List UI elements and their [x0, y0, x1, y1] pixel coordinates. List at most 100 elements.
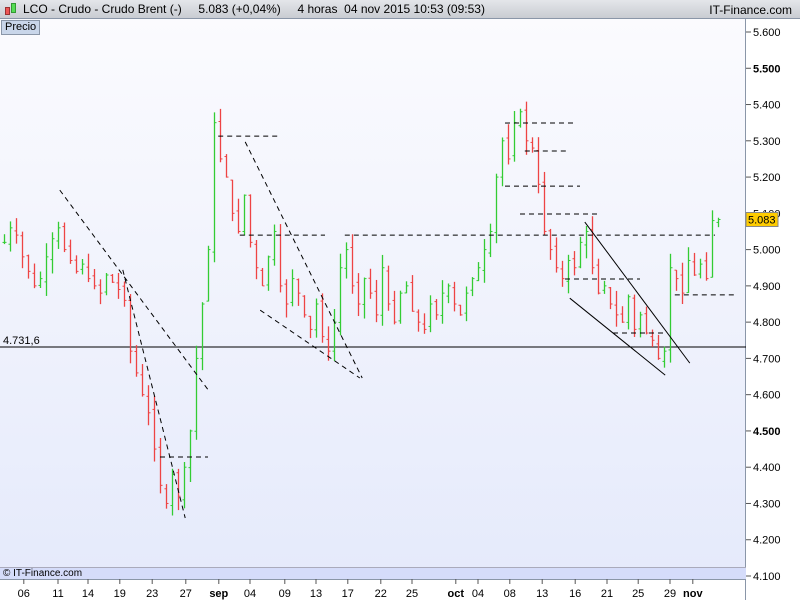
- ohlc-bar: [194, 345, 199, 440]
- y-tick-label: 5.500: [753, 63, 781, 75]
- ohlc-bar: [440, 280, 445, 324]
- ohlc-bar: [614, 290, 619, 327]
- ohlc-bar: [494, 173, 499, 244]
- ohlc-bar: [512, 111, 517, 162]
- ohlc-bar: [92, 269, 97, 290]
- ohlc-bar: [350, 234, 355, 294]
- ohlc-bar: [212, 112, 217, 263]
- x-tick-label: 04: [244, 588, 256, 600]
- ohlc-bar: [326, 326, 331, 361]
- ohlc-bar: [110, 274, 115, 283]
- ohlc-bar: [248, 194, 253, 248]
- panel-label[interactable]: Precio: [1, 20, 41, 35]
- ohlc-bar: [128, 294, 133, 364]
- x-tick-label: 14: [82, 588, 94, 600]
- ohlc-bar: [596, 258, 601, 295]
- ohlc-bar: [662, 346, 667, 368]
- ohlc-bar: [320, 293, 325, 343]
- ohlc-bar: [104, 273, 109, 296]
- y-tick-label: 4.700: [753, 353, 781, 365]
- ohlc-bar: [86, 253, 91, 283]
- x-tick-label: 09: [279, 588, 291, 600]
- footer-copyright: © IT-Finance.com: [0, 567, 746, 579]
- ohlc-bar: [188, 429, 193, 483]
- x-tick-label: 23: [146, 588, 158, 600]
- ohlc-bar: [200, 302, 205, 371]
- y-tick-label: 5.600: [753, 27, 781, 39]
- y-tick-label: 4.200: [753, 535, 781, 547]
- ohlc-bar: [530, 137, 535, 153]
- ohlc-bar: [8, 221, 13, 252]
- ohlc-bar: [608, 286, 613, 310]
- ohlc-bar: [578, 236, 583, 269]
- ohlc-bar: [170, 468, 175, 516]
- ohlc-bar: [218, 108, 223, 163]
- ohlc-bar: [710, 210, 715, 278]
- x-tick-label: 22: [375, 588, 387, 600]
- ohlc-bar: [680, 262, 685, 305]
- x-tick-label: 29: [664, 588, 676, 600]
- ohlc-bar: [308, 315, 313, 339]
- ohlc-bar: [134, 345, 139, 377]
- reference-line-label: 4.731,6: [3, 335, 40, 347]
- ohlc-bar: [566, 254, 571, 294]
- dashed-trendline: [244, 141, 363, 379]
- ohlc-bar: [506, 124, 511, 165]
- ohlc-bar: [548, 228, 553, 260]
- y-tick-label: 4.800: [753, 317, 781, 329]
- ohlc-bar: [404, 281, 409, 294]
- ohlc-bar: [152, 395, 157, 462]
- y-tick-label: 4.300: [753, 498, 781, 510]
- ohlc-bar: [500, 137, 505, 187]
- y-tick-label: 5.400: [753, 100, 781, 112]
- ohlc-bar: [644, 306, 649, 335]
- ohlc-bar: [692, 252, 697, 276]
- x-tick-label: 25: [406, 588, 418, 600]
- ohlc-bar: [476, 262, 481, 282]
- ohlc-bar: [650, 329, 655, 347]
- ohlc-bar: [284, 279, 289, 318]
- ohlc-bar: [260, 267, 265, 287]
- dashed-trendline: [122, 269, 186, 519]
- ohlc-bar: [20, 231, 25, 269]
- ohlc-bar: [572, 251, 577, 276]
- last-price-badge-label: 5.083: [748, 215, 776, 227]
- ohlc-bar: [668, 253, 673, 363]
- ohlc-bar: [392, 290, 397, 325]
- ohlc-bar: [254, 240, 259, 280]
- ohlc-bar: [422, 313, 427, 334]
- ohlc-bar: [626, 294, 631, 330]
- ohlc-bar: [602, 280, 607, 294]
- ohlc-bar: [698, 258, 703, 279]
- ohlc-bar: [14, 218, 19, 244]
- ohlc-bar: [398, 290, 403, 324]
- ohlc-bar: [206, 245, 211, 302]
- ohlc-bar: [2, 234, 7, 245]
- y-tick-label: 4.100: [753, 571, 781, 583]
- ohlc-bar: [524, 101, 529, 155]
- x-tick-label: 27: [180, 588, 192, 600]
- ohlc-bar: [140, 364, 145, 397]
- ohlc-bar: [542, 171, 547, 236]
- ohlc-bar: [590, 216, 595, 275]
- ohlc-bar: [296, 278, 301, 306]
- ohlc-bar: [362, 277, 367, 319]
- ohlc-bar: [80, 259, 85, 275]
- ohlc-bar: [638, 311, 643, 338]
- ohlc-bar: [674, 269, 679, 291]
- y-tick-label: 4.600: [753, 390, 781, 402]
- x-tick-label: 13: [536, 588, 548, 600]
- ohlc-bar: [452, 281, 457, 312]
- ohlc-bar: [446, 283, 451, 304]
- ohlc-bar: [224, 154, 229, 178]
- dashed-trendline: [59, 189, 211, 393]
- ohlc-bar: [62, 222, 67, 253]
- ohlc-bar: [290, 269, 295, 307]
- ohlc-bar: [266, 255, 271, 291]
- x-tick-label: 04: [472, 588, 484, 600]
- ohlc-bar: [488, 223, 493, 258]
- ohlc-bar: [518, 108, 523, 128]
- x-tick-label: 13: [310, 588, 322, 600]
- ohlc-bar: [182, 461, 187, 509]
- ohlc-bar: [368, 268, 373, 299]
